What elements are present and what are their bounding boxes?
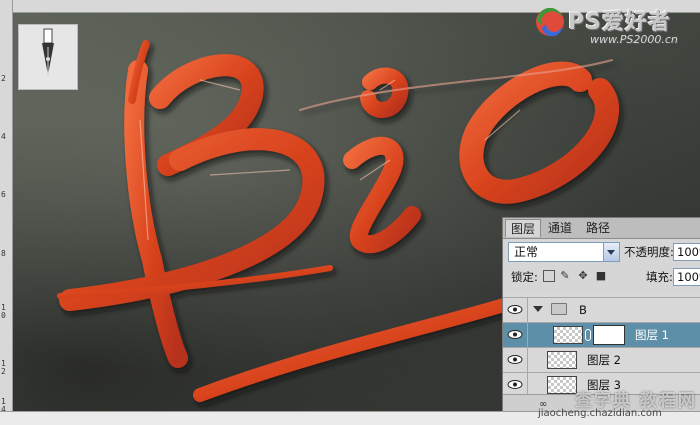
layer-name: 图层 1 xyxy=(635,328,669,342)
eye-icon[interactable] xyxy=(507,378,523,391)
expand-arrow-icon[interactable] xyxy=(533,306,543,312)
layer-row[interactable]: 图层 2 xyxy=(503,348,700,373)
tab-paths[interactable]: 路径 xyxy=(581,219,615,237)
layers-panel: 图层 通道 路径 正常 不透明度: 100% 锁定: ✎ ✥ ■ 填充: 100… xyxy=(502,217,700,412)
blend-mode-select[interactable]: 正常 xyxy=(508,242,620,262)
link-icon[interactable] xyxy=(585,329,591,341)
lock-label: 锁定: xyxy=(511,270,538,284)
logo-url: www.PS2000.cn xyxy=(590,33,678,46)
pen-tool-preview xyxy=(18,24,78,90)
row-divider xyxy=(527,323,528,348)
lock-transparency-icon[interactable] xyxy=(543,270,555,282)
row-divider xyxy=(527,348,528,373)
logo-title: PS爱好者 xyxy=(568,10,671,35)
eye-icon[interactable] xyxy=(507,353,523,366)
eye-icon[interactable] xyxy=(507,303,523,316)
layer-thumbnail xyxy=(547,376,577,394)
chevron-down-icon[interactable] xyxy=(603,243,619,261)
blend-mode-value: 正常 xyxy=(514,245,539,259)
layer-thumbnail xyxy=(547,351,577,369)
fill-label: 填充: xyxy=(646,270,673,284)
panel-tabs: 图层 通道 路径 xyxy=(503,218,700,239)
eye-icon[interactable] xyxy=(507,328,523,341)
layer-name: 图层 2 xyxy=(587,353,621,367)
watermark-site: jiaocheng.chazidian.com xyxy=(538,408,662,419)
logo-swirl-icon xyxy=(536,7,564,37)
lock-brush-icon[interactable]: ✎ xyxy=(559,270,571,282)
layer-mask-thumbnail[interactable] xyxy=(593,325,625,345)
layer-group-row[interactable]: B xyxy=(503,298,700,323)
site-logo: PS爱好者 www.PS2000.cn xyxy=(532,2,700,50)
pen-nib-icon xyxy=(42,28,54,75)
layer-name: B xyxy=(579,303,587,317)
opacity-label: 不透明度: xyxy=(624,245,674,259)
fill-input[interactable]: 100% xyxy=(673,268,700,286)
folder-icon xyxy=(551,303,567,315)
tab-layers[interactable]: 图层 xyxy=(505,219,542,237)
lock-move-icon[interactable]: ✥ xyxy=(577,270,589,282)
lock-all-icon[interactable]: ■ xyxy=(595,270,607,282)
opacity-input[interactable]: 100% xyxy=(673,243,700,261)
layer-row-partial[interactable] xyxy=(503,291,700,298)
layer-row-selected[interactable]: 图层 1 xyxy=(503,323,700,348)
row-divider xyxy=(527,298,528,323)
layer-thumbnail xyxy=(553,326,583,344)
tab-channels[interactable]: 通道 xyxy=(543,219,577,237)
